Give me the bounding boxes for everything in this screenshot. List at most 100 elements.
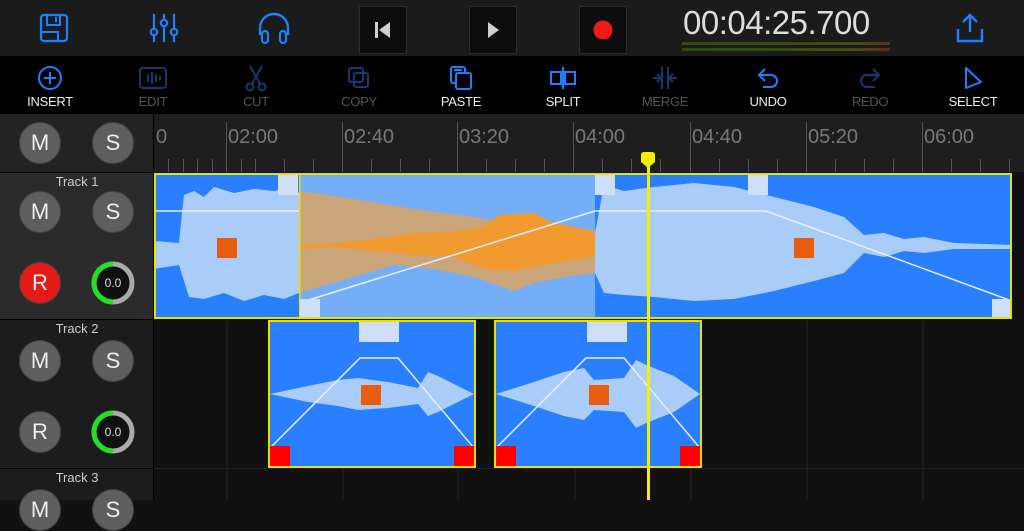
save-button[interactable]: [36, 10, 72, 46]
redo-icon: [860, 68, 881, 88]
copy-button[interactable]: COPY: [319, 64, 399, 112]
track-2-clip-2-gain-handle[interactable]: [589, 385, 609, 405]
track-1-gain-handle[interactable]: [794, 238, 814, 258]
track-2-volume-value: 0.0: [104, 425, 122, 439]
track-2-volume-knob[interactable]: 0.0: [90, 409, 136, 455]
track-1-name: Track 1: [55, 174, 99, 189]
copy-icon: [348, 67, 369, 88]
edit-toolbar: INSERT EDIT CUT COPY PASTE SPLIT MERGE U…: [0, 56, 1024, 114]
rewind-button[interactable]: [359, 6, 407, 54]
ruler-label: 0: [156, 126, 168, 148]
ruler-minor-tick: [429, 159, 430, 172]
ruler-minor-tick: [544, 159, 545, 172]
skip-to-start-icon: [375, 22, 390, 38]
split-button[interactable]: SPLIT: [523, 64, 603, 112]
ruler-major-tick: [342, 122, 343, 172]
merge-button[interactable]: MERGE: [625, 64, 705, 112]
playhead-line[interactable]: [647, 166, 650, 500]
track-2-clip-2-fade-in-handle[interactable]: [496, 446, 516, 466]
undo-label: UNDO: [749, 94, 787, 109]
level-meter-left: [682, 42, 890, 45]
track-3-name: Track 3: [55, 470, 99, 485]
track-1-volume-value: 0.0: [104, 276, 122, 290]
track-2-clip-2-fade-out-handle[interactable]: [680, 446, 700, 466]
ruler-minor-tick: [515, 159, 516, 172]
undo-icon: [757, 68, 778, 88]
ruler-minor-tick: [777, 159, 778, 172]
ruler-minor-tick: [864, 159, 865, 172]
play-button[interactable]: [469, 6, 517, 54]
track-1-lane[interactable]: [154, 172, 1024, 319]
ruler-minor-tick: [212, 159, 213, 172]
ruler-minor-tick: [241, 159, 242, 172]
monitor-button[interactable]: [254, 8, 294, 48]
track-2-clip-1[interactable]: [268, 320, 476, 468]
mixer-button[interactable]: [145, 10, 183, 46]
track-2-mute-button[interactable]: M: [19, 340, 61, 382]
select-button[interactable]: SELECT: [933, 64, 1013, 112]
track-2-header: Track 2 M S R 0.0: [0, 319, 154, 468]
track-2-name: Track 2: [55, 321, 99, 336]
track-1-mute-button[interactable]: M: [19, 191, 61, 233]
ruler-minor-tick: [255, 159, 256, 172]
ruler-minor-tick: [835, 159, 836, 172]
track-1-fade-handle[interactable]: [300, 299, 320, 317]
waveform-edit-icon: [139, 67, 167, 89]
play-icon: [488, 22, 499, 38]
redo-button[interactable]: REDO: [830, 64, 910, 112]
plus-circle-icon: [38, 66, 62, 90]
edit-button[interactable]: EDIT: [113, 64, 193, 112]
ruler-label: 02:00: [228, 126, 279, 148]
track-2-clip-1-gain-handle[interactable]: [361, 385, 381, 405]
track-2-lane[interactable]: [154, 319, 1024, 468]
ruler-minor-tick: [313, 159, 314, 172]
ruler-minor-tick: [168, 159, 169, 172]
ruler-minor-tick: [660, 159, 661, 172]
cut-label: CUT: [243, 94, 269, 109]
insert-button[interactable]: INSERT: [10, 64, 90, 112]
track-1-fade-handle[interactable]: [595, 175, 615, 195]
track-3-mute-button[interactable]: M: [19, 489, 61, 531]
select-label: SELECT: [948, 94, 998, 109]
master-controls: M S: [0, 114, 154, 172]
share-button[interactable]: [952, 10, 988, 46]
record-icon: [593, 20, 613, 40]
track-1-record-button[interactable]: R: [19, 262, 61, 304]
master-solo-button[interactable]: S: [92, 122, 134, 164]
cut-button[interactable]: CUT: [216, 64, 296, 112]
track-2-clip-1-fade-in-handle[interactable]: [270, 446, 290, 466]
ruler-minor-tick: [748, 159, 749, 172]
track-1-solo-button[interactable]: S: [92, 191, 134, 233]
ruler-minor-tick: [197, 159, 198, 172]
mixer-sliders-icon: [149, 14, 179, 42]
track-1-volume-knob[interactable]: 0.0: [90, 260, 136, 306]
track-3-lane[interactable]: [154, 468, 1024, 500]
master-mute-button[interactable]: M: [19, 122, 61, 164]
track-2-clip-2-envelope-handle[interactable]: [587, 322, 627, 342]
ruler-minor-tick: [183, 159, 184, 172]
track-1-fade-handle[interactable]: [992, 299, 1010, 317]
track-1-gain-handle[interactable]: [217, 238, 237, 258]
paste-button[interactable]: PASTE: [421, 64, 501, 112]
record-button[interactable]: [579, 6, 627, 54]
track-3-solo-button[interactable]: S: [92, 489, 134, 531]
track-2-solo-button[interactable]: S: [92, 340, 134, 382]
share-upload-icon: [956, 13, 984, 43]
track-2-clip-1-fade-out-handle[interactable]: [454, 446, 474, 466]
undo-button[interactable]: UNDO: [728, 64, 808, 112]
track-1-header: Track 1 M S R 0.0: [0, 172, 154, 319]
track-2-record-button[interactable]: R: [19, 411, 61, 453]
track-1-clip[interactable]: [154, 173, 1012, 319]
track-1-envelope-handle[interactable]: [748, 175, 768, 195]
ruler-minor-tick: [486, 159, 487, 172]
track-1-fade-handle[interactable]: [278, 175, 298, 195]
track-2-clip-1-envelope-handle[interactable]: [359, 322, 399, 342]
paste-icon: [450, 66, 472, 90]
ruler-minor-tick: [400, 159, 401, 172]
timeline-ruler[interactable]: 0 02:00 02:40 03:20 04:00 04:40 05:20 06:00: [154, 114, 1024, 172]
merge-icon: [653, 67, 677, 89]
track-2-clip-2[interactable]: [494, 320, 702, 468]
top-bar: 00:04:25.700: [0, 0, 1024, 56]
level-meter-right: [682, 48, 890, 51]
headphones-icon: [258, 12, 290, 45]
